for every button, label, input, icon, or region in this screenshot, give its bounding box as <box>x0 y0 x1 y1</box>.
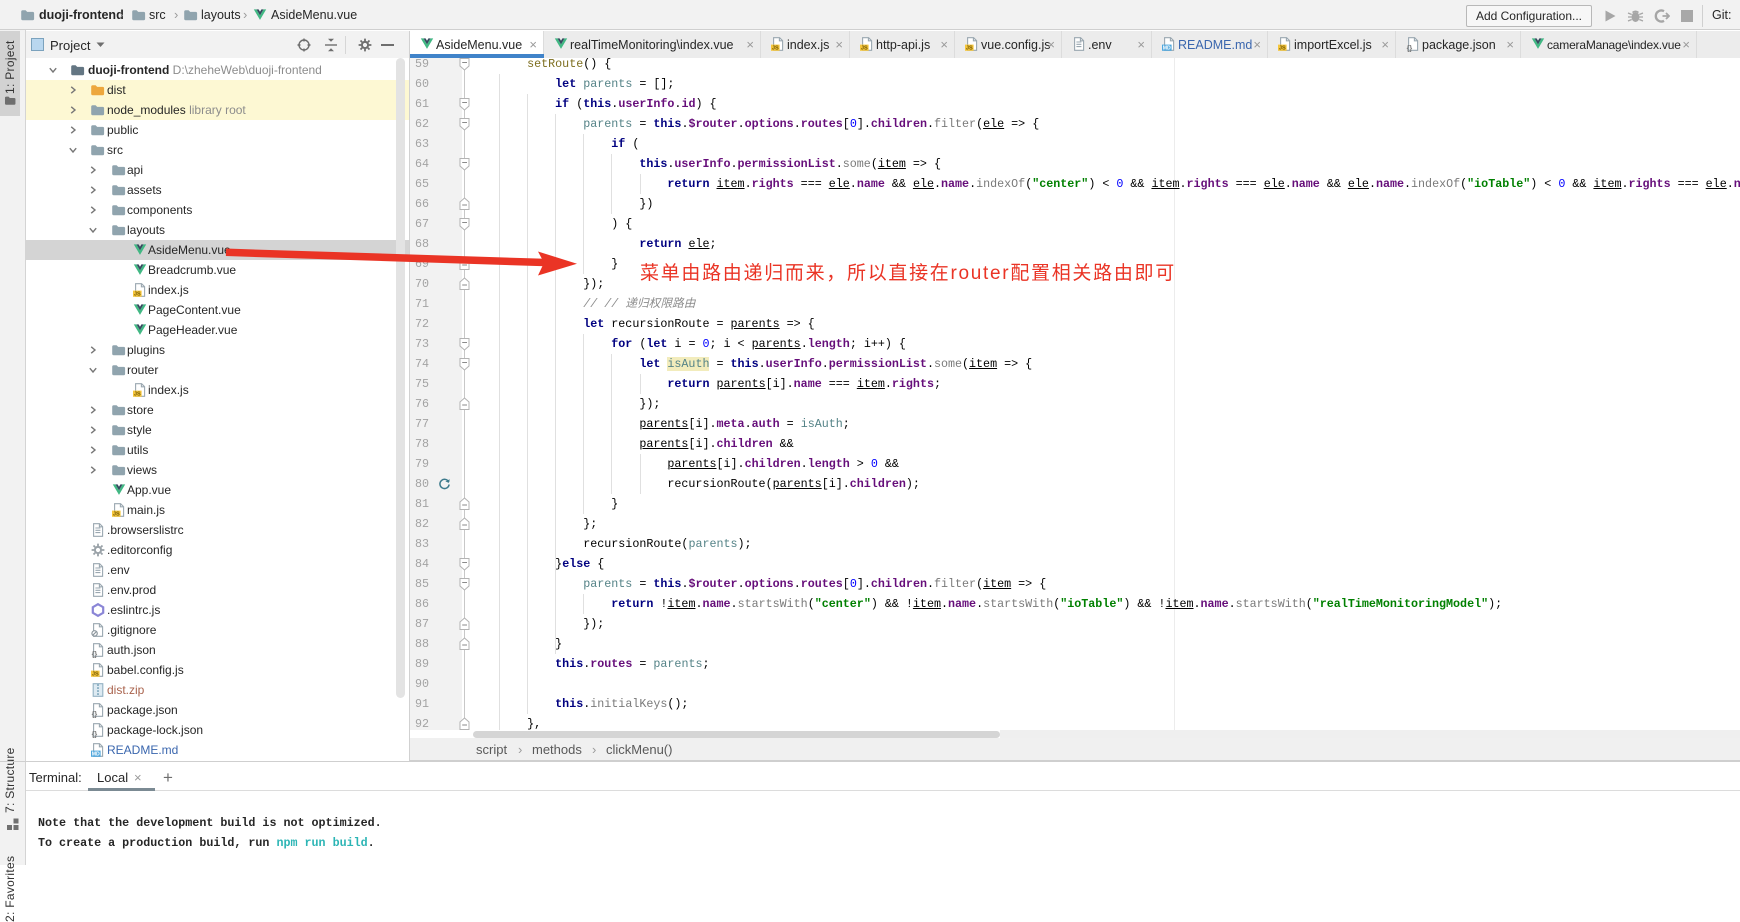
svg-text:JS: JS <box>1279 46 1286 52</box>
svg-text:{}: {} <box>1407 43 1413 52</box>
svg-text:{}: {} <box>92 649 98 658</box>
svg-text:JS: JS <box>134 292 141 298</box>
svg-text:{}: {} <box>92 729 98 738</box>
svg-text:JS: JS <box>113 512 120 518</box>
svg-text:MD: MD <box>1163 46 1171 52</box>
svg-text:{}: {} <box>92 709 98 718</box>
svg-text:JS: JS <box>92 672 99 678</box>
svg-text:JS: JS <box>134 392 141 398</box>
svg-text:JS: JS <box>966 46 973 52</box>
svg-text:MD: MD <box>92 752 100 758</box>
svg-text:JS: JS <box>861 46 868 52</box>
svg-text:JS: JS <box>772 46 779 52</box>
